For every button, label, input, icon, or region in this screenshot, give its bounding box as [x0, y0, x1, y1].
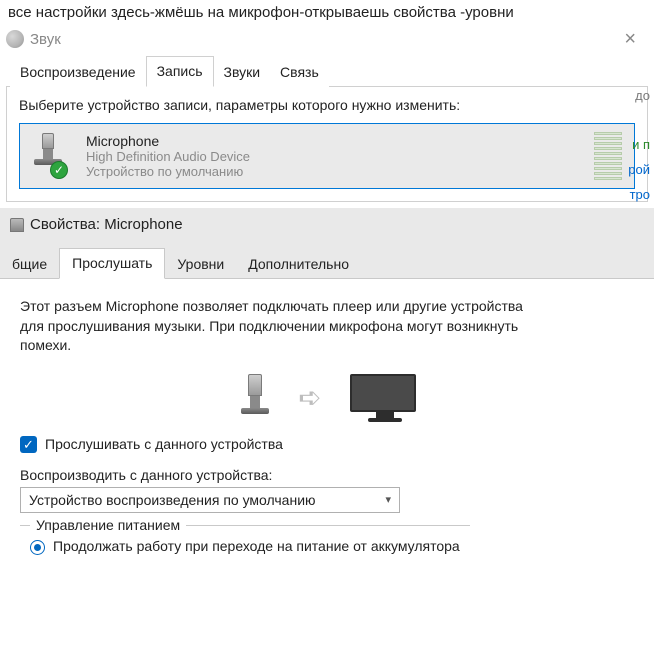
properties-window-title: Свойства: Microphone — [30, 216, 183, 233]
recording-tabpanel: Выберите устройство записи, параметры ко… — [6, 86, 648, 202]
recording-hint: Выберите устройство записи, параметры ко… — [19, 97, 635, 113]
tab-playback[interactable]: Воспроизведение — [10, 58, 146, 87]
tab-listen[interactable]: Прослушать — [59, 248, 165, 279]
power-group-legend: Управление питанием — [30, 517, 186, 533]
tab-advanced[interactable]: Дополнительно — [236, 250, 361, 279]
sound-tabs: Воспроизведение Запись Звуки Связь — [6, 55, 648, 86]
default-check-icon: ✓ — [50, 161, 68, 179]
arrow-right-icon: ➪ — [298, 381, 321, 414]
power-continue-label: Продолжать работу при переходе на питани… — [53, 538, 460, 554]
sound-titlebar: Звук × — [6, 27, 648, 55]
power-continue-radio[interactable] — [30, 540, 45, 555]
close-icon[interactable]: × — [618, 29, 642, 49]
level-meter — [594, 132, 626, 180]
illustration-microphone-icon — [240, 374, 270, 422]
power-management-group: Управление питанием Продолжать работу пр… — [20, 525, 470, 561]
device-default-label: Устройство по умолчанию — [86, 164, 582, 179]
properties-window: Свойства: Microphone бщие Прослушать Уро… — [0, 208, 654, 567]
tab-communications[interactable]: Связь — [270, 58, 329, 87]
cropped-link-2[interactable]: тро — [630, 187, 650, 202]
device-name: Microphone — [86, 133, 582, 149]
properties-tabs: бщие Прослушать Уровни Дополнительно — [0, 241, 654, 278]
chevron-down-icon: ▾ — [385, 493, 391, 506]
properties-titlebar: Свойства: Microphone — [0, 208, 654, 241]
listen-description: Этот разъем Microphone позволяет подключ… — [20, 297, 540, 356]
instruction-text: все настройки здесь-жмёшь на микрофон-от… — [0, 0, 654, 27]
right-cropped-text: до и п рой тро — [628, 84, 650, 207]
listen-checkbox-label: Прослушивать с данного устройства — [45, 436, 283, 452]
sound-window: Звук × Воспроизведение Запись Звуки Связ… — [6, 27, 648, 202]
recording-device-row[interactable]: ✓ Microphone High Definition Audio Devic… — [19, 123, 635, 189]
tab-sounds[interactable]: Звуки — [214, 58, 271, 87]
illustration-monitor-icon — [350, 374, 420, 422]
sound-window-title: Звук — [30, 31, 61, 48]
tab-general[interactable]: бщие — [0, 250, 59, 279]
play-through-value: Устройство воспроизведения по умолчанию — [29, 492, 316, 508]
listen-tabpanel: Этот разъем Microphone позволяет подключ… — [0, 278, 654, 567]
device-text: Microphone High Definition Audio Device … — [86, 133, 582, 179]
listen-checkbox[interactable]: ✓ — [20, 436, 37, 453]
listen-illustration: ➪ — [20, 374, 640, 422]
speaker-icon — [6, 30, 24, 48]
tab-recording[interactable]: Запись — [146, 56, 214, 87]
play-through-label: Воспроизводить с данного устройства: — [20, 467, 640, 483]
microphone-device-icon: ✓ — [28, 133, 74, 179]
device-subtitle: High Definition Audio Device — [86, 149, 582, 164]
cropped-link-1[interactable]: рой — [628, 162, 650, 177]
play-through-combobox[interactable]: Устройство воспроизведения по умолчанию … — [20, 487, 400, 513]
microphone-icon — [10, 218, 24, 232]
tab-levels[interactable]: Уровни — [165, 250, 236, 279]
